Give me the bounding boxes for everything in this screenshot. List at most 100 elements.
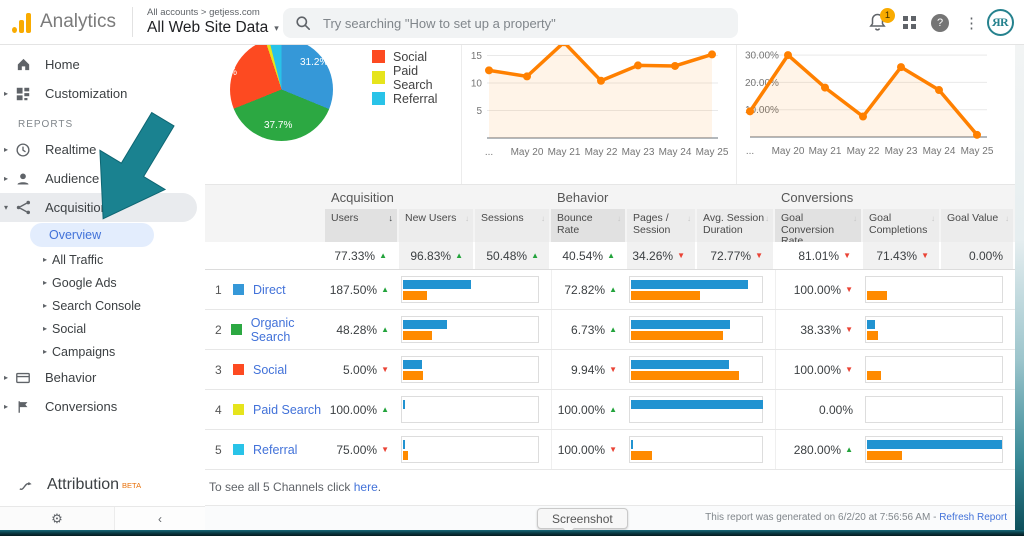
refresh-report-link[interactable]: Refresh Report xyxy=(939,512,1007,523)
behavior-icon xyxy=(14,369,32,387)
column-header[interactable]: Avg. Session Duration↓ xyxy=(697,209,775,242)
change-arrow-up: ▲ xyxy=(609,285,617,294)
settings-button[interactable]: ⚙ xyxy=(0,507,115,530)
sidebar-item-campaigns[interactable]: ▸ Campaigns xyxy=(0,340,205,363)
summary-cell: 71.43%▼ xyxy=(863,242,941,269)
change-arrow-down: ▼ xyxy=(609,445,617,454)
channel-link[interactable]: Organic Search xyxy=(251,316,325,344)
goal-completions-bars-cell xyxy=(863,270,1015,309)
users-bars-cell xyxy=(399,430,551,469)
collapse-sidebar-button[interactable]: ‹ xyxy=(115,507,205,530)
users-bars-cell xyxy=(399,350,551,389)
behavior-bars-cell xyxy=(627,350,775,389)
sidebar-item-customization[interactable]: ▸ Customization xyxy=(0,79,205,108)
metric-change-cell: 100.00%▲ xyxy=(551,390,627,429)
column-header[interactable]: Goal Completions↓ xyxy=(863,209,941,242)
column-header[interactable]: Users↓ xyxy=(325,209,399,242)
sidebar-item-realtime[interactable]: ▸ Realtime xyxy=(0,135,205,164)
blue-bar xyxy=(403,320,447,329)
sidebar-label: Realtime xyxy=(45,142,96,157)
sidebar-item-acquisition[interactable]: ▾ Acquisition xyxy=(0,193,197,222)
help-button[interactable]: ? xyxy=(931,14,949,32)
column-header[interactable]: New Users↓ xyxy=(399,209,475,242)
sidebar-item-audience[interactable]: ▸ Audience xyxy=(0,164,205,193)
sidebar-item-google-ads[interactable]: ▸ Google Ads xyxy=(0,271,205,294)
table-row: 4Paid Search100.00%▲100.00%▲0.00% xyxy=(205,390,1015,430)
channel-link[interactable]: Paid Search xyxy=(253,403,321,417)
change-arrow-up: ▲ xyxy=(379,251,387,260)
sort-arrow-icon: ↓ xyxy=(765,213,769,240)
sidebar-item-overview[interactable]: Overview xyxy=(30,223,154,247)
metric-change-value: 5.00% xyxy=(343,363,377,377)
screenshot-button[interactable]: Screenshot xyxy=(537,508,628,529)
svg-text:5: 5 xyxy=(476,106,482,117)
orange-bar xyxy=(403,291,427,300)
channel-link[interactable]: Referral xyxy=(253,443,297,457)
svg-text:May 23: May 23 xyxy=(885,146,918,157)
summary-cell: 0.00% xyxy=(941,242,1015,269)
search-input[interactable] xyxy=(321,15,726,32)
summary-cell: 50.48%▲ xyxy=(475,242,551,269)
summary-value: 34.26% xyxy=(632,249,673,263)
channel-label-cell: 2 Organic Search xyxy=(205,310,325,349)
metric-change-value: 100.00% xyxy=(558,403,605,417)
sidebar-item-social[interactable]: ▸ Social xyxy=(0,317,205,340)
svg-text:...: ... xyxy=(485,147,493,158)
sidebar-label: Behavior xyxy=(45,370,96,385)
legend-swatch xyxy=(372,71,385,84)
caret-right-icon: ▸ xyxy=(0,145,12,154)
row-number: 2 xyxy=(215,323,229,337)
channel-label-cell: 3Social xyxy=(205,350,325,389)
sidebar-label: Acquisition xyxy=(45,200,108,215)
bar-frame xyxy=(629,396,763,423)
table-column-headers: Users↓New Users↓Sessions↓Bounce Rate↓Pag… xyxy=(205,209,1015,242)
channel-link[interactable]: Direct xyxy=(253,283,286,297)
search-bar[interactable] xyxy=(283,8,738,38)
bar-frame xyxy=(865,356,1003,383)
change-arrow-down: ▼ xyxy=(381,445,389,454)
divider xyxy=(132,7,133,37)
sidebar-item-all-traffic[interactable]: ▸ All Traffic xyxy=(0,248,205,271)
avatar[interactable]: RR xyxy=(987,9,1014,36)
reports-section-label: REPORTS xyxy=(0,108,205,135)
sidebar-label: Attribution xyxy=(47,476,119,494)
sidebar-label: Customization xyxy=(45,86,127,101)
svg-text:May 21: May 21 xyxy=(809,146,842,157)
table-row: 3Social5.00%▼9.94%▼100.00%▼ xyxy=(205,350,1015,390)
main-content: 26%31.2%37.7% SocialPaid SearchReferral … xyxy=(205,45,1015,530)
person-icon xyxy=(14,170,32,188)
caret-down-icon: ▾ xyxy=(0,203,12,212)
sidebar-item-search-console[interactable]: ▸ Search Console xyxy=(0,294,205,317)
channel-link[interactable]: Social xyxy=(253,363,287,377)
summary-cell: 72.77%▼ xyxy=(697,242,775,269)
metric-change-value: 100.00% xyxy=(558,443,605,457)
kebab-menu-button[interactable]: ⋮ xyxy=(964,14,972,32)
column-header-label: Avg. Session Duration xyxy=(703,213,765,240)
change-arrow-down: ▼ xyxy=(921,251,929,260)
sidebar-item-behavior[interactable]: ▸ Behavior xyxy=(0,363,205,392)
bar-frame xyxy=(401,396,539,423)
property-selector[interactable]: All accounts > getjess.com All Web Site … xyxy=(147,7,279,37)
column-header-label: Goal Completions xyxy=(869,213,931,240)
caret-right-icon: ▸ xyxy=(0,402,12,411)
notifications-button[interactable]: 1 xyxy=(868,12,888,34)
table-group-header: Acquisition Behavior Conversions xyxy=(205,185,1015,209)
channel-label-cell: 5Referral xyxy=(205,430,325,469)
metric-change-value: 75.00% xyxy=(336,443,377,457)
blue-bar xyxy=(867,440,1002,449)
column-header-label: Goal Conversion Rate xyxy=(781,213,853,240)
bar-frame xyxy=(865,436,1003,463)
metric-change-cell: 100.00%▲ xyxy=(325,390,399,429)
column-header[interactable]: Sessions↓ xyxy=(475,209,551,242)
column-header[interactable]: Bounce Rate↓ xyxy=(551,209,627,242)
apps-grid-button[interactable] xyxy=(903,16,916,29)
sidebar-item-attribution[interactable]: Attribution BETA xyxy=(0,472,205,498)
column-header[interactable]: Goal Conversion Rate↓ xyxy=(775,209,863,242)
home-icon xyxy=(14,56,32,74)
column-header[interactable]: Pages / Session↓ xyxy=(627,209,697,242)
column-header[interactable]: Goal Value↓ xyxy=(941,209,1015,242)
sidebar-item-conversions[interactable]: ▸ Conversions xyxy=(0,392,205,421)
analytics-logo[interactable]: Analytics xyxy=(12,11,116,33)
sidebar-item-home[interactable]: Home xyxy=(0,50,205,79)
see-all-channels-link[interactable]: here xyxy=(354,480,378,494)
